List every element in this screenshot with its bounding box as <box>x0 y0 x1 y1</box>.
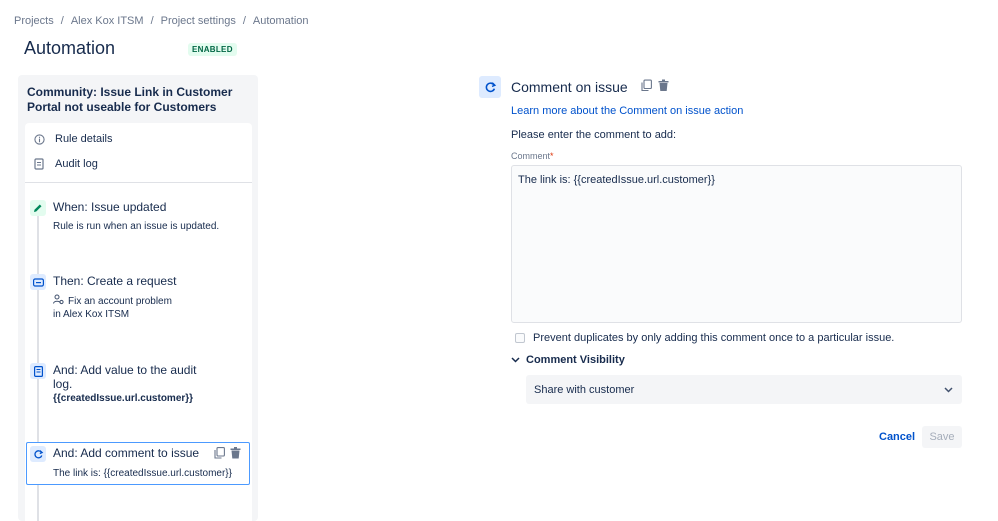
breadcrumb-separator: / <box>60 15 64 27</box>
learn-more-link[interactable]: Learn more about the Comment on issue ac… <box>511 105 743 117</box>
prevent-duplicates-label: Prevent duplicates by only adding this c… <box>533 332 895 344</box>
comment-visibility-label: Comment Visibility <box>526 354 625 366</box>
prevent-duplicates-checkbox[interactable] <box>515 333 525 343</box>
visibility-select-value: Share with customer <box>534 383 635 396</box>
rule-panel: Community: Issue Link in Customer Portal… <box>18 75 258 521</box>
breadcrumb: Projects / Alex Kox ITSM / Project setti… <box>14 15 309 27</box>
breadcrumb-separator: / <box>242 15 246 27</box>
rule-card: Rule details Audit log When: Issue updat… <box>25 123 252 521</box>
breadcrumb-separator: / <box>150 15 154 27</box>
required-mark: * <box>550 151 554 161</box>
step-title: When: Issue updated <box>53 200 167 214</box>
rule-name: Community: Issue Link in Customer Portal… <box>27 85 233 114</box>
instruction-text: Please enter the comment to add: <box>511 129 677 141</box>
comment-label-text: Comment <box>511 151 551 161</box>
audit-icon <box>30 363 46 379</box>
comment-textarea[interactable]: The link is: {{createdIssue.url.customer… <box>511 165 962 323</box>
prevent-duplicates-row[interactable]: Prevent duplicates by only adding this c… <box>515 332 894 344</box>
breadcrumb-automation[interactable]: Automation <box>253 15 309 27</box>
step-add-audit-value[interactable]: And: Add value to the audit log. {{creat… <box>25 363 252 413</box>
step-add-comment[interactable]: And: Add comment to issue The link is: {… <box>26 442 250 485</box>
copy-icon[interactable] <box>641 79 652 95</box>
step-trigger-issue-updated[interactable]: When: Issue updated Rule is run when an … <box>25 200 252 240</box>
menu-item-label: Audit log <box>55 158 98 170</box>
step-title: Then: Create a request <box>53 274 177 288</box>
menu-item-label: Rule details <box>55 133 113 145</box>
step-description: Rule is run when an issue is updated. <box>53 221 220 232</box>
comment-action-icon <box>30 446 46 462</box>
step-title: And: Add comment to issue <box>53 446 200 460</box>
breadcrumb-projects[interactable]: Projects <box>14 15 54 27</box>
request-icon <box>30 274 46 290</box>
comment-visibility-toggle[interactable]: Comment Visibility <box>511 354 625 366</box>
step-create-request[interactable]: Then: Create a request Fix an account pr… <box>25 274 252 324</box>
request-type-label: Fix an account problem <box>68 296 172 307</box>
comment-action-icon <box>479 76 501 98</box>
delete-icon[interactable] <box>658 79 669 95</box>
action-title: Comment on issue <box>511 79 628 95</box>
request-project-label: in Alex Kox ITSM <box>53 309 130 320</box>
pencil-icon <box>30 200 46 216</box>
step-tools <box>214 447 241 462</box>
info-icon <box>33 133 45 145</box>
comment-field-label: Comment* <box>511 151 554 161</box>
action-tools <box>641 79 669 95</box>
status-badge: ENABLED <box>188 43 237 56</box>
cancel-button[interactable]: Cancel <box>875 426 919 448</box>
breadcrumb-project-settings[interactable]: Project settings <box>161 15 236 27</box>
rule-details-menu-item[interactable]: Rule details <box>33 133 112 145</box>
step-description: {{createdIssue.url.customer}} <box>53 393 194 404</box>
chevron-down-icon <box>944 384 953 396</box>
copy-icon[interactable] <box>214 447 225 462</box>
delete-icon[interactable] <box>230 447 241 462</box>
breadcrumb-project[interactable]: Alex Kox ITSM <box>71 15 144 27</box>
document-icon <box>33 158 45 170</box>
step-title: And: Add value to the audit <box>53 363 197 377</box>
save-button[interactable]: Save <box>922 426 962 448</box>
chevron-down-icon <box>511 354 520 366</box>
step-description: The link is: {{createdIssue.url.customer… <box>53 468 232 479</box>
step-title-continued: log. <box>53 377 73 391</box>
divider <box>25 182 252 183</box>
page-title: Automation <box>24 38 116 58</box>
visibility-select[interactable]: Share with customer <box>526 375 962 404</box>
audit-log-menu-item[interactable]: Audit log <box>33 158 98 170</box>
